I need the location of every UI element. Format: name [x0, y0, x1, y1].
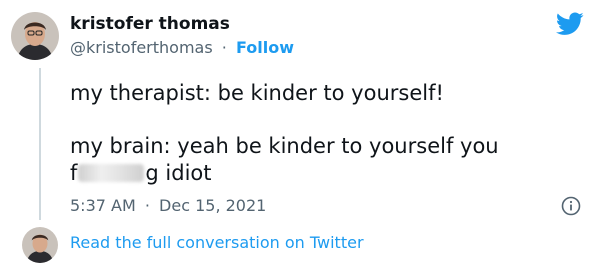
tweet-line-1: my therapist: be kinder to yourself! — [70, 81, 444, 105]
censored-word-blur — [78, 164, 145, 182]
info-icon[interactable] — [561, 196, 581, 216]
handle-separator: · — [221, 38, 227, 57]
twitter-bird-icon[interactable] — [556, 12, 584, 36]
tweet-paragraph-gap — [70, 107, 570, 133]
author-name[interactable]: kristofer thomas — [70, 14, 230, 34]
author-avatar-image — [11, 12, 59, 60]
tweet-line-3: f g idiot — [70, 160, 570, 187]
tweet-line-3-start: f — [70, 161, 78, 185]
read-full-conversation-link[interactable]: Read the full conversation on Twitter — [70, 233, 364, 252]
follow-button[interactable]: Follow — [236, 38, 294, 57]
tweet-embed-card: kristofer thomas @kristoferthomas · Foll… — [0, 0, 600, 268]
reply-avatar[interactable] — [22, 227, 58, 263]
author-handle-row: @kristoferthomas · Follow — [70, 38, 294, 57]
tweet-line-2: my brain: yeah be kinder to yourself you — [70, 134, 499, 158]
tweet-time: 5:37 AM — [70, 196, 136, 215]
timestamp-separator: · — [144, 196, 150, 215]
thread-connector-line — [39, 68, 41, 220]
author-avatar[interactable] — [11, 12, 59, 60]
tweet-line-3-end: g idiot — [145, 161, 212, 185]
tweet-timestamp[interactable]: 5:37 AM · Dec 15, 2021 — [70, 196, 266, 215]
reply-avatar-image — [22, 227, 58, 263]
tweet-date: Dec 15, 2021 — [159, 196, 267, 215]
author-handle[interactable]: @kristoferthomas — [70, 38, 213, 57]
tweet-text: my therapist: be kinder to yourself! my … — [70, 80, 570, 187]
